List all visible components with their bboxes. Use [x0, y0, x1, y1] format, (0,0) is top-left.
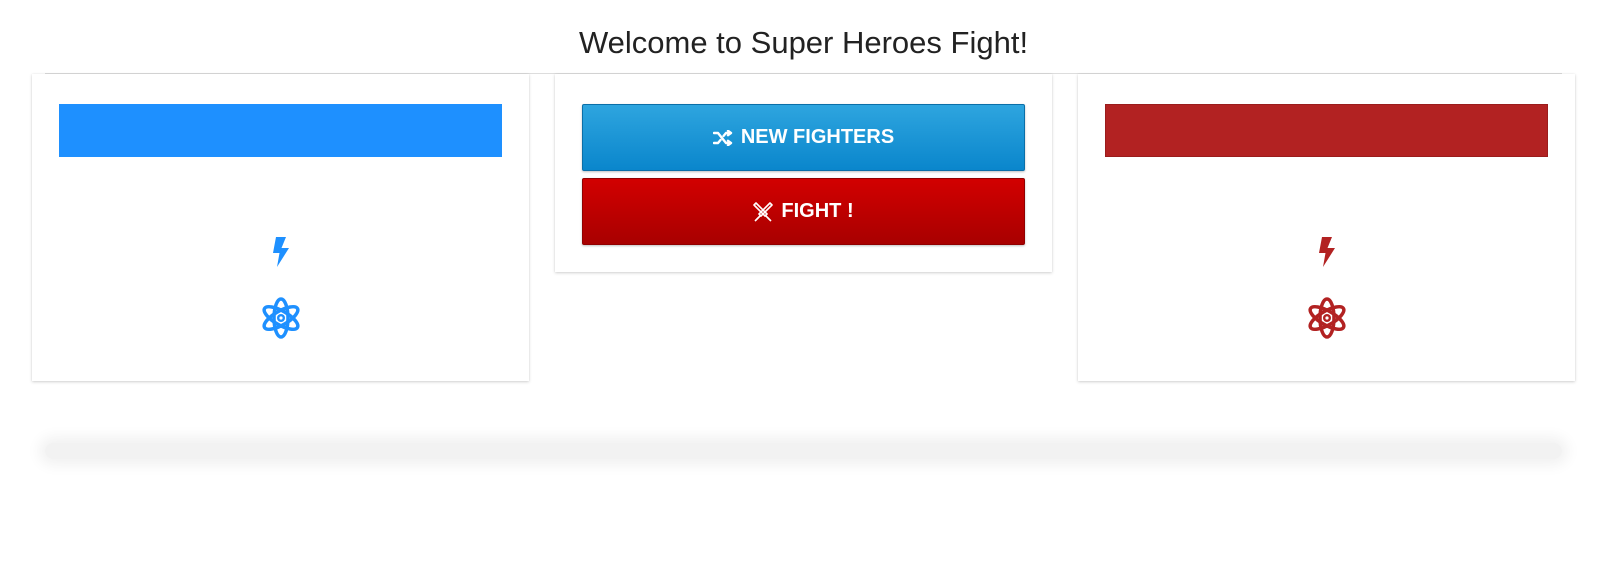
hero-card-left — [32, 74, 529, 381]
swords-icon — [753, 201, 774, 223]
lightning-bolt-icon — [1078, 236, 1575, 268]
fight-log-placeholder — [45, 443, 1562, 459]
fight-button[interactable]: FIGHT ! — [582, 178, 1025, 245]
lightning-bolt-icon — [32, 236, 529, 268]
shuffle-icon — [712, 129, 733, 146]
atom-icon — [1078, 296, 1575, 340]
fight-label: FIGHT ! — [781, 200, 854, 222]
page-title: Welcome to Super Heroes Fight! — [578, 25, 1029, 60]
hero-name-bar-left — [59, 104, 502, 157]
new-fighters-button[interactable]: NEW FIGHTERS — [582, 104, 1025, 171]
hero-name-bar-right — [1105, 104, 1548, 157]
page: Welcome to Super Heroes Fight! NEW FIGHT… — [0, 0, 1600, 575]
new-fighters-label: NEW FIGHTERS — [740, 126, 895, 148]
hero-card-right — [1078, 74, 1575, 381]
controls-card: NEW FIGHTERS FIGHT ! — [555, 74, 1052, 272]
atom-icon — [32, 296, 529, 340]
